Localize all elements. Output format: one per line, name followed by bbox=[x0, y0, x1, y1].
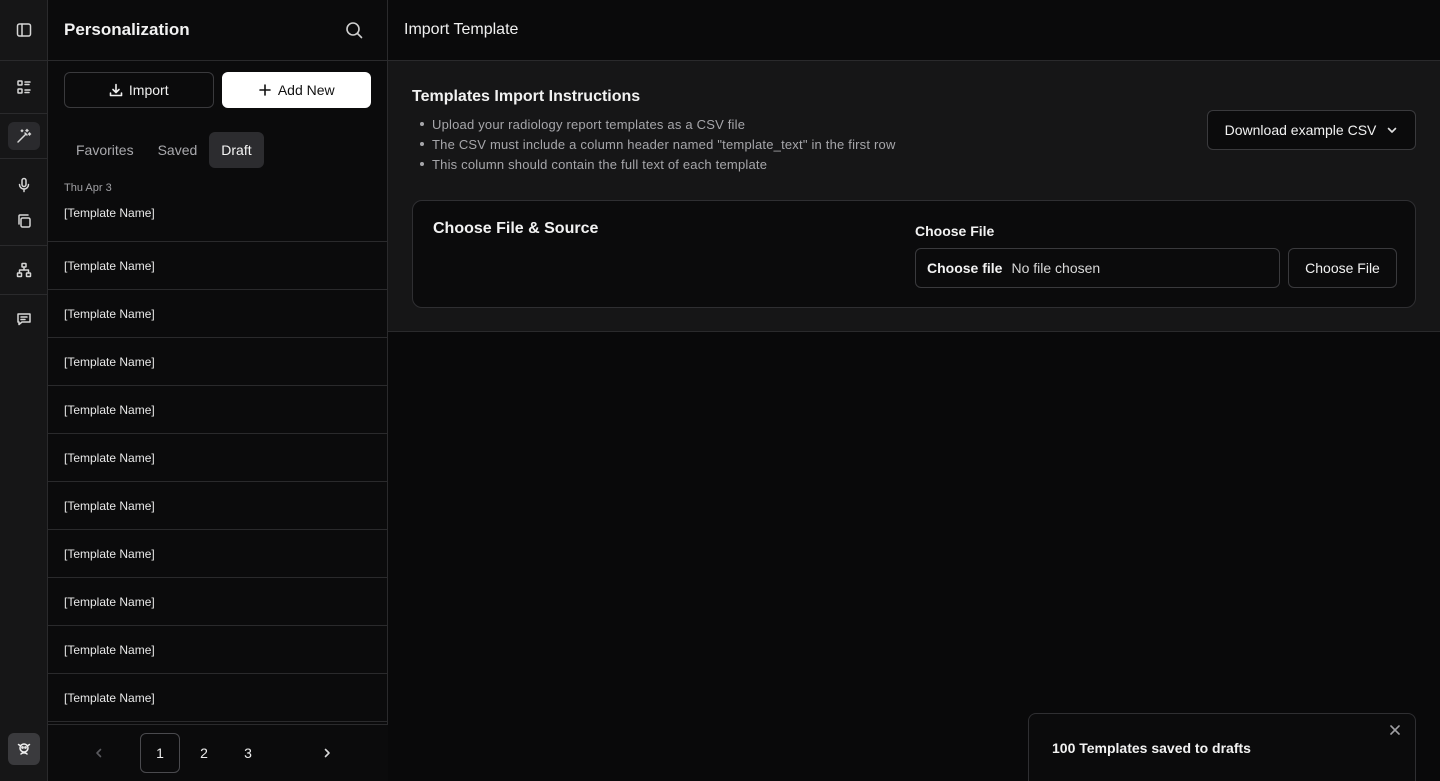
rail-messages-button[interactable] bbox=[8, 305, 40, 333]
list-item[interactable]: [Template Name] bbox=[48, 674, 387, 722]
list-item[interactable]: [Template Name] bbox=[48, 242, 387, 290]
copy-icon bbox=[17, 214, 31, 228]
page-numbers: 1 2 3 bbox=[140, 733, 268, 773]
page-title: Import Template bbox=[388, 0, 1440, 61]
instruction-item: This column should contain the full text… bbox=[420, 154, 1416, 174]
bullet-icon bbox=[420, 122, 424, 126]
rail-group-2 bbox=[0, 114, 47, 159]
rail-group-5 bbox=[0, 295, 47, 343]
user-avatar[interactable] bbox=[8, 733, 40, 765]
instruction-text: The CSV must include a column header nam… bbox=[432, 136, 896, 152]
bullet-icon bbox=[420, 162, 424, 166]
chevron-down-icon bbox=[1388, 127, 1397, 133]
page-button-3[interactable]: 3 bbox=[228, 733, 268, 773]
list-item[interactable]: [Template Name] bbox=[48, 200, 387, 242]
rail-personalization-button[interactable] bbox=[7, 122, 40, 150]
import-button-label: Import bbox=[128, 82, 169, 98]
choose-file-label: Choose File bbox=[915, 223, 995, 239]
magic-wand-icon bbox=[16, 128, 31, 143]
sidebar-toggle-button[interactable] bbox=[8, 16, 40, 44]
rail-hierarchy-button[interactable] bbox=[8, 256, 40, 284]
microphone-icon bbox=[18, 177, 29, 193]
rail-list-button[interactable] bbox=[8, 73, 40, 101]
rail-copy-button[interactable] bbox=[8, 207, 40, 235]
toast-close-button[interactable] bbox=[1387, 722, 1403, 738]
toast-message: 100 Templates saved to drafts bbox=[1052, 739, 1251, 756]
tab-draft[interactable]: Draft bbox=[209, 132, 264, 168]
list-item[interactable]: [Template Name] bbox=[48, 578, 387, 626]
list-item[interactable]: [Template Name] bbox=[48, 290, 387, 338]
toast-notification: 100 Templates saved to drafts bbox=[1028, 713, 1416, 781]
download-example-csv-button[interactable]: Download example CSV bbox=[1207, 110, 1416, 150]
list-icon bbox=[16, 80, 31, 94]
chevron-left-icon bbox=[96, 748, 102, 758]
avatar-icon bbox=[17, 743, 31, 755]
list-item[interactable]: [Template Name] bbox=[48, 386, 387, 434]
bullet-icon bbox=[420, 142, 424, 146]
choose-file-card: Choose File & Source Choose File Choose … bbox=[412, 200, 1416, 308]
rail-group-3 bbox=[0, 159, 47, 246]
file-input[interactable]: Choose file No file chosen bbox=[915, 248, 1280, 288]
next-page-button[interactable] bbox=[312, 738, 342, 768]
plus-icon bbox=[259, 84, 271, 96]
file-input-button[interactable]: Choose file bbox=[927, 260, 1002, 276]
search-icon[interactable] bbox=[345, 21, 363, 39]
rail-group-1 bbox=[0, 61, 47, 114]
sidebar-title: Personalization bbox=[64, 20, 190, 39]
import-button[interactable]: Import bbox=[64, 72, 214, 108]
chevron-right-icon bbox=[324, 748, 330, 758]
list-item[interactable]: [Template Name] bbox=[48, 434, 387, 482]
sidebar-toggle-icon bbox=[16, 23, 31, 37]
list-item[interactable]: [Template Name] bbox=[48, 338, 387, 386]
page-button-1[interactable]: 1 bbox=[140, 733, 180, 773]
previous-page-button[interactable] bbox=[84, 738, 114, 768]
card-title: Choose File & Source bbox=[433, 220, 599, 237]
hierarchy-icon bbox=[16, 262, 31, 278]
list-item[interactable]: [Template Name] bbox=[48, 482, 387, 530]
rail-dictation-button[interactable] bbox=[8, 171, 40, 199]
choose-file-button[interactable]: Choose File bbox=[1288, 248, 1397, 288]
sidebar-tabs: Favorites Saved Draft bbox=[48, 108, 387, 168]
add-new-button[interactable]: Add New bbox=[221, 72, 371, 108]
import-panel: Templates Import Instructions Upload you… bbox=[388, 61, 1440, 332]
rail-group-4 bbox=[0, 246, 47, 295]
sidebar-actions: Import Add New bbox=[48, 61, 387, 108]
list-item[interactable]: [Template Name] bbox=[48, 530, 387, 578]
message-icon bbox=[16, 313, 31, 326]
instruction-text: This column should contain the full text… bbox=[432, 156, 768, 172]
download-icon bbox=[109, 83, 123, 97]
tab-favorites[interactable]: Favorites bbox=[64, 132, 146, 168]
rail-header bbox=[0, 0, 47, 61]
templates-sidebar: Personalization Import Add New Favorites… bbox=[48, 0, 388, 781]
main-content: Import Template Templates Import Instruc… bbox=[388, 0, 1440, 781]
pagination: 1 2 3 bbox=[48, 724, 388, 781]
tab-saved[interactable]: Saved bbox=[146, 132, 210, 168]
page-button-2[interactable]: 2 bbox=[184, 733, 224, 773]
template-list: [Template Name] [Template Name] [Templat… bbox=[48, 200, 387, 722]
file-input-status: No file chosen bbox=[1011, 260, 1101, 276]
sidebar-header: Personalization bbox=[48, 0, 387, 61]
add-new-button-label: Add New bbox=[277, 82, 335, 98]
icon-rail bbox=[0, 0, 48, 781]
download-example-csv-label: Download example CSV bbox=[1224, 122, 1377, 138]
date-group-label: Thu Apr 3 bbox=[64, 182, 112, 194]
instruction-text: Upload your radiology report templates a… bbox=[432, 116, 746, 132]
instructions-title: Templates Import Instructions bbox=[412, 88, 641, 105]
list-item[interactable]: [Template Name] bbox=[48, 626, 387, 674]
close-icon bbox=[1390, 725, 1400, 735]
